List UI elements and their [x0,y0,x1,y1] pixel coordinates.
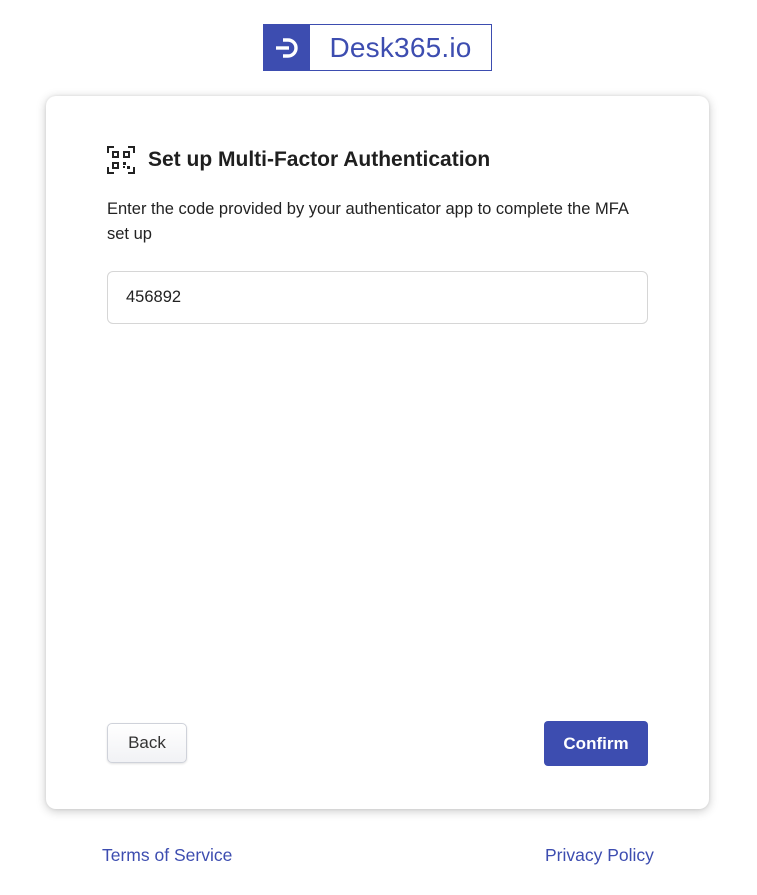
mfa-setup-card: Set up Multi-Factor Authentication Enter… [46,96,709,809]
brand-name: Desk365.io [329,31,472,63]
confirm-button[interactable]: Confirm [544,721,648,766]
brand-logo: Desk365.io [263,24,492,71]
back-button[interactable]: Back [107,723,187,763]
terms-of-service-link[interactable]: Terms of Service [102,845,232,866]
logo-mark-icon [264,25,310,70]
qr-code-icon [107,146,135,174]
privacy-policy-link[interactable]: Privacy Policy [545,845,654,866]
page-title: Set up Multi-Factor Authentication [148,148,491,171]
instruction-text: Enter the code provided by your authenti… [107,200,628,243]
verification-code-input[interactable] [107,271,648,324]
title-row: Set up Multi-Factor Authentication [107,146,490,174]
